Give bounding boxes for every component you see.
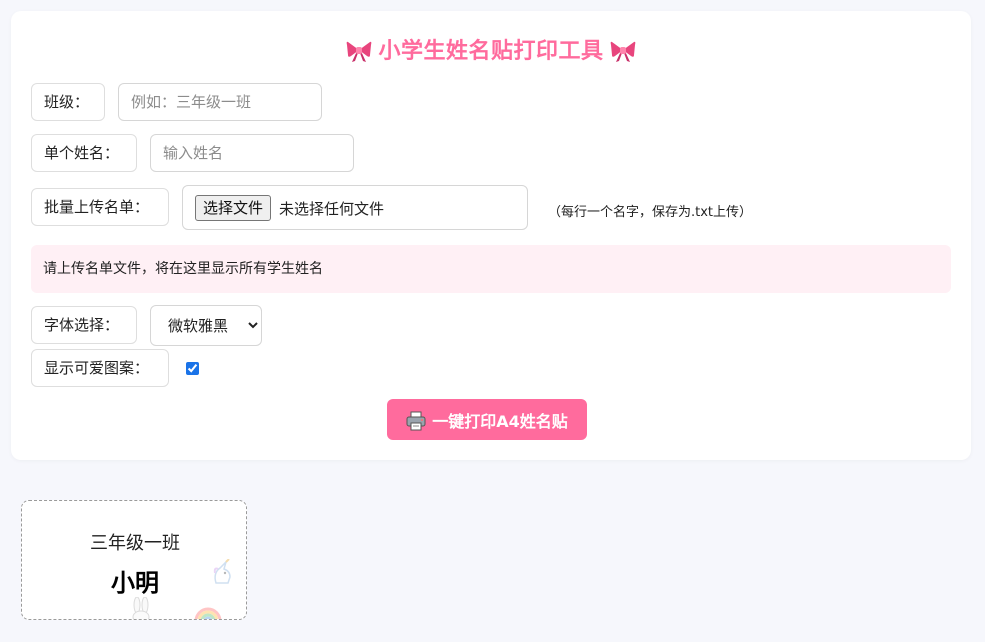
font-label: 字体选择： — [31, 306, 137, 344]
font-select[interactable]: 微软雅黑 — [150, 305, 262, 346]
name-input[interactable] — [150, 134, 354, 172]
unicorn-icon — [213, 559, 231, 584]
printer-icon — [406, 411, 426, 430]
name-sticker-preview: 三年级一班 小明 — [21, 500, 247, 620]
title-text: 小学生姓名贴打印工具 — [378, 39, 604, 64]
pattern-checkbox[interactable] — [186, 362, 199, 375]
name-label: 单个姓名： — [31, 134, 137, 172]
file-upload-field[interactable]: 选择文件 未选择任何文件 — [182, 185, 528, 230]
ribbon-bow-icon — [610, 39, 636, 69]
page-title: 小学生姓名贴打印工具 — [11, 33, 971, 69]
rainbow-icon — [194, 607, 222, 619]
class-label: 班级： — [31, 83, 105, 121]
upload-hint: （每行一个名字，保存为.txt上传） — [548, 205, 753, 220]
sticker-class-text: 三年级一班 — [90, 533, 180, 554]
settings-panel: 小学生姓名贴打印工具 班级： 单个姓名： 批量上传名单： 选择文件 未选择任何文… — [11, 11, 971, 460]
upload-label: 批量上传名单： — [31, 188, 169, 226]
pattern-label: 显示可爱图案： — [31, 349, 169, 387]
print-button[interactable]: 一键打印A4姓名贴 — [387, 399, 587, 440]
file-status-text: 未选择任何文件 — [279, 200, 385, 218]
class-input[interactable] — [118, 83, 322, 121]
ribbon-bow-icon — [346, 39, 372, 69]
rabbit-icon — [132, 597, 150, 619]
name-list-notice: 请上传名单文件，将在这里显示所有学生姓名 — [31, 245, 951, 293]
print-button-label: 一键打印A4姓名贴 — [432, 411, 568, 431]
choose-file-button[interactable]: 选择文件 — [195, 195, 272, 221]
